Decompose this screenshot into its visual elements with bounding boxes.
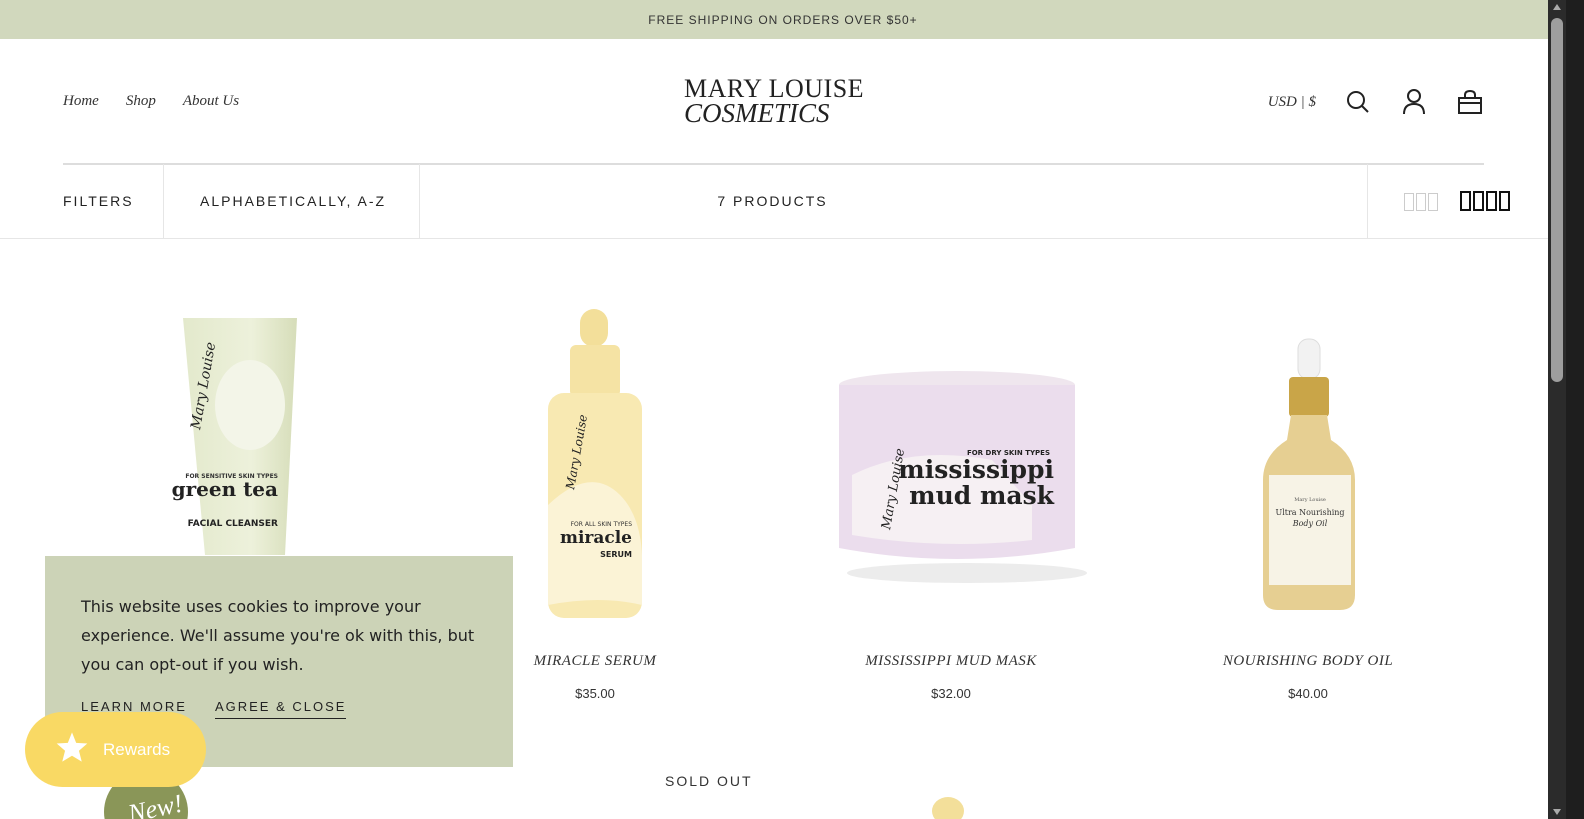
product-image-body-oil[interactable]: Mary Louise Ultra Nourishing Body Oil — [1255, 335, 1365, 620]
window-edge — [1566, 0, 1584, 819]
search-icon[interactable] — [1344, 88, 1372, 116]
toolbar-divider — [1367, 164, 1368, 238]
toolbar-divider — [163, 164, 164, 238]
product-sublabel: FACIAL CLEANSER — [188, 519, 278, 529]
page-scrollbar[interactable] — [1548, 0, 1566, 819]
product-price: $35.00 — [575, 686, 615, 701]
grid-3-icon[interactable] — [1404, 193, 1438, 211]
scrollbar-thumb[interactable] — [1551, 18, 1563, 382]
nav-about[interactable]: About Us — [183, 93, 239, 110]
scroll-down-icon[interactable] — [1553, 809, 1561, 815]
grid-4-icon[interactable] — [1460, 191, 1510, 211]
product-label: mud mask — [909, 481, 1055, 510]
sort-selector[interactable]: ALPHABETICALLY, A-Z — [200, 164, 386, 238]
logo-line2: COSMETICS — [684, 98, 830, 128]
filters-button[interactable]: FILTERS — [63, 164, 134, 238]
agree-close-button[interactable]: AGREE & CLOSE — [214, 699, 347, 719]
currency-selector[interactable]: USD | $ — [1268, 94, 1316, 111]
new-badge-text: New! — [125, 788, 186, 819]
product-sublabel: Body Oil — [1292, 519, 1328, 528]
account-icon[interactable] — [1400, 88, 1428, 116]
main-nav: Home Shop About Us — [63, 93, 239, 110]
product-image-dropper[interactable] — [930, 795, 966, 819]
brand-small: Mary Louise — [1294, 497, 1326, 503]
rewards-label: Rewards — [103, 739, 171, 759]
toolbar-divider — [419, 164, 420, 238]
product-sublabel: SERUM — [600, 550, 632, 559]
header-actions: USD | $ — [1268, 88, 1484, 116]
announcement-text: FREE SHIPPING ON ORDERS OVER $50+ — [648, 12, 918, 27]
product-image-green-tea[interactable]: Mary Louise FOR SENSITIVE SKIN TYPES gre… — [165, 310, 315, 555]
cart-icon[interactable] — [1456, 88, 1484, 116]
star-icon — [55, 731, 89, 768]
product-title[interactable]: MIRACLE SERUM — [495, 653, 695, 670]
product-price: $40.00 — [1288, 686, 1328, 701]
product-label: Ultra Nourishing — [1275, 508, 1344, 517]
product-image-mud-mask[interactable]: Mary Louise FOR DRY SKIN TYPES mississip… — [832, 365, 1102, 590]
product-count: 7 PRODUCTS — [717, 193, 828, 209]
scroll-up-icon[interactable] — [1553, 4, 1561, 10]
site-logo[interactable]: MARY LOUISE COSMETICS — [684, 76, 884, 128]
product-title[interactable]: NOURISHING BODY OIL — [1190, 653, 1426, 670]
collection-toolbar: FILTERS ALPHABETICALLY, A-Z 7 PRODUCTS — [0, 164, 1548, 239]
rewards-button[interactable]: Rewards — [25, 712, 206, 787]
product-price: $32.00 — [931, 686, 971, 701]
nav-shop[interactable]: Shop — [126, 93, 156, 110]
nav-home[interactable]: Home — [63, 93, 99, 110]
product-card-miracle-serum[interactable]: MIRACLE SERUM $35.00 — [495, 653, 695, 713]
product-title[interactable]: MISSISSIPPI MUD MASK — [830, 653, 1072, 670]
product-label: mississippi — [898, 455, 1054, 484]
product-label: miracle — [560, 528, 632, 548]
product-label: green tea — [172, 477, 278, 501]
product-card-body-oil[interactable]: NOURISHING BODY OIL $40.00 — [1190, 653, 1426, 713]
product-image-miracle-serum[interactable]: Mary Louise FOR ALL SKIN TYPES miracle S… — [540, 305, 650, 625]
cookie-message: This website uses cookies to improve you… — [81, 597, 475, 674]
announcement-bar: FREE SHIPPING ON ORDERS OVER $50+ — [0, 0, 1566, 39]
product-tag: FOR ALL SKIN TYPES — [571, 521, 633, 528]
product-card-mud-mask[interactable]: MISSISSIPPI MUD MASK $32.00 — [830, 653, 1072, 713]
sold-out-label: SOLD OUT — [665, 773, 753, 789]
site-header: Home Shop About Us MARY LOUISE COSMETICS… — [0, 39, 1566, 165]
